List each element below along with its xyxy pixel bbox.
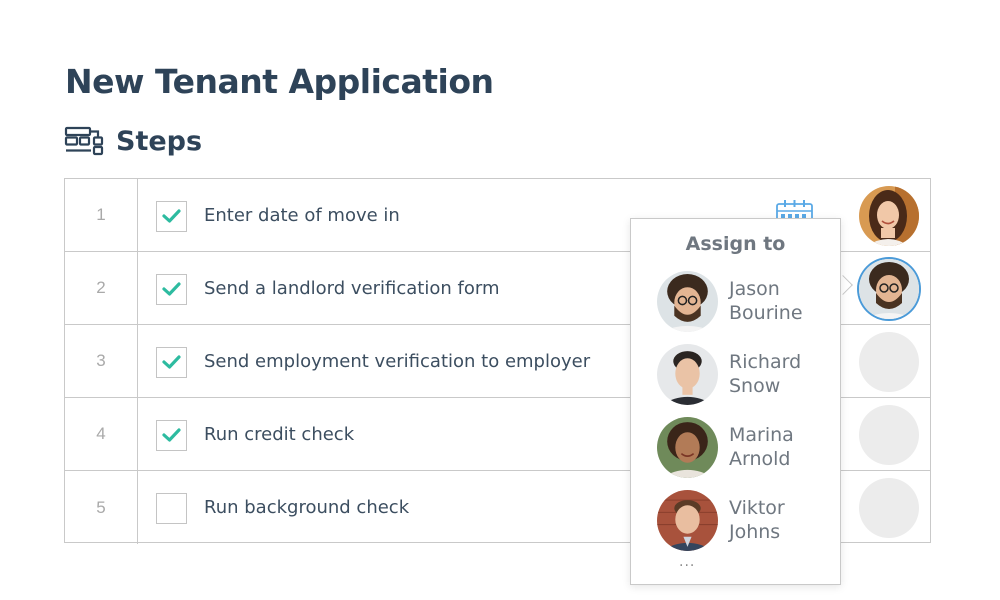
assign-to-popover: Assign to Jason Bourine Richard Snow Mar… — [630, 218, 841, 585]
checkmark-icon — [162, 209, 181, 223]
calendar-icon[interactable] — [776, 200, 813, 220]
assignee-option-viktor[interactable]: Viktor Johns — [657, 490, 837, 552]
step-number: 5 — [65, 471, 138, 544]
assignee-name: Viktor Johns — [729, 497, 785, 543]
step-label: Run background check — [204, 497, 410, 518]
popover-title: Assign to — [685, 233, 786, 255]
empty-assignee-avatar[interactable] — [859, 332, 919, 392]
checkmark-icon — [162, 355, 181, 369]
assignee-option-jason[interactable]: Jason Bourine — [657, 271, 837, 333]
assignee-option-richard[interactable]: Richard Snow — [657, 344, 837, 406]
empty-assignee-avatar[interactable] — [859, 478, 919, 538]
empty-assignee-avatar[interactable] — [859, 405, 919, 465]
step-label: Run credit check — [204, 423, 355, 445]
step-label: Enter date of move in — [204, 204, 400, 226]
steps-title: Steps — [116, 125, 203, 157]
assignee-avatar[interactable] — [859, 186, 919, 246]
avatar — [657, 271, 718, 332]
step-label: Send a landlord verification form — [204, 277, 500, 299]
avatar — [657, 490, 718, 551]
assignee-avatar[interactable] — [859, 259, 919, 319]
page-title: New Tenant Application — [65, 62, 494, 101]
checkmark-icon — [162, 282, 181, 296]
more-assignees[interactable]: ... — [679, 554, 695, 570]
avatar — [657, 417, 718, 478]
step-checkbox[interactable] — [156, 274, 187, 305]
step-number: 1 — [65, 179, 138, 251]
step-number: 2 — [65, 252, 138, 324]
assignee-name: Marina Arnold — [729, 424, 794, 470]
step-number: 3 — [65, 325, 138, 397]
avatar — [657, 344, 718, 405]
step-number: 4 — [65, 398, 138, 470]
workflow-steps-icon — [64, 126, 104, 156]
step-checkbox[interactable] — [156, 201, 187, 232]
steps-section-header: Steps — [64, 125, 202, 157]
step-label: Send employment verification to employer — [204, 350, 591, 372]
assignee-name: Richard Snow — [729, 351, 802, 397]
step-checkbox[interactable] — [156, 347, 187, 378]
assignee-option-marina[interactable]: Marina Arnold — [657, 417, 837, 479]
step-checkbox[interactable] — [156, 493, 187, 524]
assignee-name: Jason Bourine — [729, 278, 803, 324]
checkmark-icon — [162, 428, 181, 442]
step-checkbox[interactable] — [156, 420, 187, 451]
